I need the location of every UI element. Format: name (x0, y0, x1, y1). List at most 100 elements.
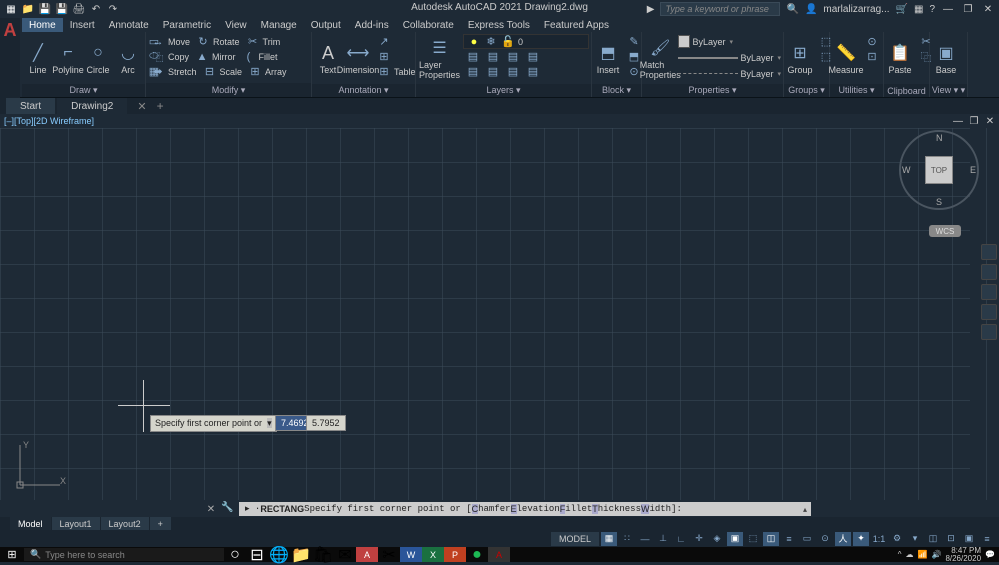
cmdline-history-icon[interactable]: ▴ (799, 502, 811, 516)
menu-insert[interactable]: Insert (63, 18, 102, 32)
arc-tool[interactable]: ◡Arc (114, 34, 142, 82)
restore-button[interactable]: ❐ (961, 2, 975, 16)
panel-title-utilities[interactable]: Utilities ▾ (830, 84, 883, 97)
insert-tool[interactable]: ⬒Insert (594, 34, 622, 82)
lineweight-dropdown[interactable]: ByLayer▾ (678, 50, 781, 65)
layer-f[interactable]: ▤ (483, 64, 503, 79)
autocad-icon[interactable]: A (356, 547, 378, 562)
menu-collaborate[interactable]: Collaborate (396, 18, 461, 32)
layer-g[interactable]: ▤ (503, 64, 523, 79)
menu-view[interactable]: View (218, 18, 254, 32)
nav-showmotion[interactable] (981, 324, 997, 340)
panel-title-modify[interactable]: Modify ▾ (146, 83, 311, 97)
nav-wheel[interactable] (981, 244, 997, 260)
help-icon[interactable]: ? (929, 4, 935, 15)
chrome-icon[interactable]: 🌐 (268, 547, 290, 562)
matchprops-tool[interactable]: 🖌Match Properties (644, 34, 676, 82)
status-infer[interactable]: — (637, 532, 653, 546)
measure-tool[interactable]: 📏Measure (832, 34, 860, 82)
status-scale[interactable]: 1:1 (871, 532, 887, 546)
status-iso2[interactable]: ◫ (925, 532, 941, 546)
coord-y[interactable]: 5.7952 (306, 415, 346, 431)
command-input[interactable]: ▸ · RECTANG Specify first corner point o… (239, 502, 799, 516)
paste-tool[interactable]: 📋Paste (886, 34, 914, 82)
status-hw[interactable]: ⊡ (943, 532, 959, 546)
new-icon[interactable]: ▦ (4, 2, 18, 16)
block-a[interactable]: ✎ (624, 34, 644, 49)
layer-e[interactable]: ▤ (463, 64, 483, 79)
panel-title-annotation[interactable]: Annotation ▾ (312, 84, 415, 97)
leader-tool[interactable]: ↗ (374, 34, 419, 49)
system-clock[interactable]: 8:47 PM8/26/2020 (945, 547, 981, 563)
search-icon[interactable]: 🔍 (786, 4, 798, 15)
copy-tool[interactable]: ⿻Copy (148, 49, 192, 64)
move-tool[interactable]: ↔Move (148, 34, 193, 49)
status-osnap[interactable]: ▣ (727, 532, 743, 546)
explorer-icon[interactable]: 📁 (290, 547, 312, 562)
layout-add[interactable]: + (150, 517, 171, 530)
minimize-button[interactable]: — (941, 2, 955, 16)
polyline-tool[interactable]: ⌐Polyline (54, 34, 82, 82)
panel-title-groups[interactable]: Groups ▾ (784, 84, 829, 97)
status-polar[interactable]: ✛ (691, 532, 707, 546)
close-button[interactable]: ✕ (981, 2, 995, 16)
layer-d[interactable]: ▤ (523, 49, 543, 64)
group-tool[interactable]: ⊞Group (786, 34, 814, 82)
status-sc[interactable]: ⊙ (817, 532, 833, 546)
base-tool[interactable]: ▣Base (932, 34, 960, 82)
status-cust[interactable]: ▾ (907, 532, 923, 546)
status-iso[interactable]: ◈ (709, 532, 725, 546)
menu-featured-apps[interactable]: Featured Apps (537, 18, 616, 32)
color-dropdown[interactable]: ByLayer▾ (678, 34, 781, 49)
panel-title-block[interactable]: Block ▾ (592, 84, 641, 97)
status-anno[interactable]: 人 (835, 532, 851, 546)
menu-manage[interactable]: Manage (254, 18, 304, 32)
layout2[interactable]: Layout2 (101, 517, 149, 530)
scale-tool[interactable]: ⊟Scale (200, 64, 246, 79)
plot-icon[interactable]: 🖨 (72, 2, 86, 16)
app-icon[interactable]: ▦ (914, 4, 923, 15)
app-logo[interactable]: A (0, 18, 20, 98)
excel-icon[interactable]: X (422, 547, 444, 562)
tray-up-icon[interactable]: ^ (898, 550, 902, 559)
tab-close-icon[interactable]: ✕ (137, 100, 146, 113)
tab-start[interactable]: Start (6, 98, 55, 114)
redo-icon[interactable]: ↷ (106, 2, 120, 16)
panel-title-draw[interactable]: Draw ▾ (22, 84, 145, 97)
mtext-tool[interactable]: ⊞ (374, 49, 419, 64)
snip-icon[interactable]: ✂ (378, 547, 400, 562)
status-clean[interactable]: ▣ (961, 532, 977, 546)
open-icon[interactable]: 📁 (21, 2, 35, 16)
status-ortho[interactable]: ∟ (673, 532, 689, 546)
vp-minimize[interactable]: — (951, 114, 965, 128)
table-tool[interactable]: ⊞Table (374, 64, 419, 79)
mirror-tool[interactable]: ▲Mirror (192, 49, 239, 64)
status-qp[interactable]: ▭ (799, 532, 815, 546)
tray-wifi-icon[interactable]: 📶 (918, 550, 928, 559)
mail-icon[interactable]: ✉ (334, 547, 356, 562)
layer-dropdown[interactable]: ●❄🔓0 (463, 34, 589, 49)
start-button[interactable]: ⊞ (0, 547, 24, 562)
fillet-tool[interactable]: (Fillet (239, 49, 281, 64)
dimension-tool[interactable]: ⟷Dimension (344, 34, 372, 82)
share-icon[interactable]: ▶ (647, 4, 655, 15)
acrobat-icon[interactable]: A (488, 547, 510, 562)
vp-close[interactable]: ✕ (983, 114, 997, 128)
model-badge[interactable]: MODEL (551, 532, 599, 546)
layer-h[interactable]: ▤ (523, 64, 543, 79)
tray-cloud-icon[interactable]: ☁ (906, 550, 914, 559)
layout1[interactable]: Layout1 (52, 517, 100, 530)
undo-icon[interactable]: ↶ (89, 2, 103, 16)
store-icon[interactable]: 🛍 (312, 547, 334, 562)
status-gear[interactable]: ⚙ (889, 532, 905, 546)
status-lwt[interactable]: ◫ (763, 532, 779, 546)
menu-annotate[interactable]: Annotate (102, 18, 156, 32)
menu-output[interactable]: Output (304, 18, 348, 32)
status-3d[interactable]: ⬚ (745, 532, 761, 546)
viewport-label[interactable]: [–][Top][2D Wireframe] (4, 116, 94, 126)
util-b[interactable]: ⊡ (862, 49, 882, 64)
status-menu[interactable]: ≡ (979, 532, 995, 546)
taskview-icon[interactable]: ⊟ (246, 547, 268, 562)
viewcube[interactable]: TOP N S E W (899, 130, 979, 210)
status-snap[interactable]: ∷ (619, 532, 635, 546)
